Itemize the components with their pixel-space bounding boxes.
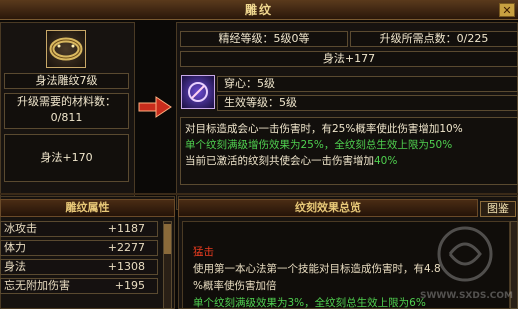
window-title: 雕纹 <box>0 0 518 20</box>
attribute-row: 冰攻击 +1187 <box>0 221 158 237</box>
effect-line-3-value: 40% <box>374 155 398 167</box>
effect-name: 穿心：5级 <box>217 76 518 92</box>
scrollbar-thumb[interactable] <box>164 224 171 254</box>
effect-active-level: 生效等级：5级 <box>217 95 518 111</box>
attributes-scrollbar[interactable] <box>163 221 172 309</box>
refine-level: 精经等级：5级0等 <box>180 31 348 47</box>
item-name: 身法雕纹7级 <box>4 73 129 89</box>
attribute-value: +195 <box>114 279 145 292</box>
item-stat: 身法+170 <box>4 134 129 182</box>
attributes-list: 冰攻击 +1187 体力 +2277 身法 +1308 忘无附加伤害 +195 <box>0 221 160 309</box>
attribute-value: +2277 <box>107 241 145 254</box>
attribute-value: +1308 <box>107 260 145 273</box>
effect-line-3: 当前已激活的纹刻共使会心一击伤害增加40% <box>185 153 513 169</box>
effect-skill-icon[interactable] <box>181 75 215 109</box>
upgrade-stat: 身法+177 <box>180 51 518 67</box>
section-divider <box>0 193 518 195</box>
overview-title: 纹刻效果总览 <box>178 199 478 217</box>
close-icon: ✕ <box>502 4 512 17</box>
effect-active-level-text: 生效等级：5级 <box>224 96 297 109</box>
watermark-text: SWWW.SXDS.COM <box>420 291 513 301</box>
materials-box: 升级需要的材料数： 0/811 <box>4 93 129 129</box>
attribute-row: 身法 +1308 <box>0 259 158 275</box>
arrow-right-icon <box>138 96 172 121</box>
effect-line-2: 单个纹刻满级增伤效果为25%，全纹刻总生效上限为50% <box>185 139 453 151</box>
effect-description: 对目标造成会心一击伤害时，有25%概率使此伤害增加10% 单个纹刻满级增伤效果为… <box>180 117 518 185</box>
effect-name-text: 穿心：5级 <box>224 77 275 90</box>
tab-codex[interactable]: 图鉴 <box>480 201 516 217</box>
attribute-value: +1187 <box>107 222 145 235</box>
materials-label: 升级需要的材料数： <box>17 95 116 108</box>
ring-icon[interactable] <box>46 30 86 68</box>
watermark: SWWW.SXDS.COM <box>420 222 513 306</box>
points-needed: 升级所需点数：0/225 <box>350 31 518 47</box>
attributes-title: 雕纹属性 <box>0 199 175 217</box>
attribute-name: 体力 <box>4 241 26 254</box>
attribute-name: 身法 <box>4 260 26 273</box>
materials-value: 0/811 <box>50 111 83 124</box>
close-button[interactable]: ✕ <box>499 3 515 17</box>
attribute-row: 体力 +2277 <box>0 240 158 256</box>
effect-line-3-prefix: 当前已激活的纹刻共使会心一击伤害增加 <box>185 155 374 167</box>
attribute-name: 忘无附加伤害 <box>4 279 70 292</box>
tab-codex-label: 图鉴 <box>487 202 509 215</box>
attribute-name: 冰攻击 <box>4 222 37 235</box>
attribute-row: 忘无附加伤害 +195 <box>0 278 158 294</box>
effect-line-1: 对目标造成会心一击伤害时，有25%概率使此伤害增加10% <box>185 123 463 135</box>
